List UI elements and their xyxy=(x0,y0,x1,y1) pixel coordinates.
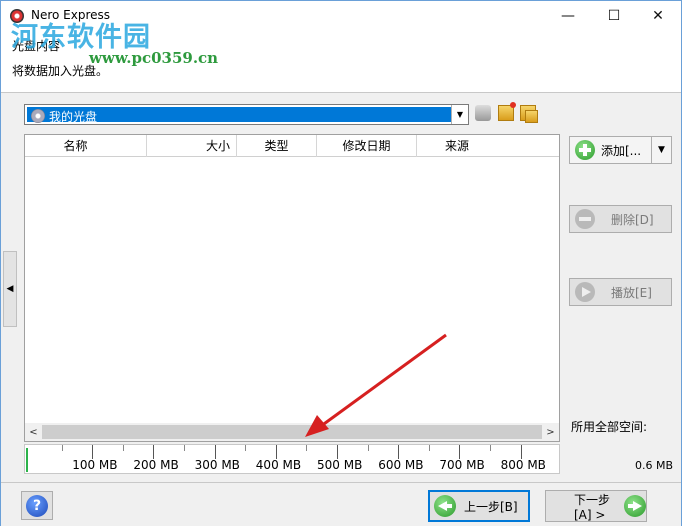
column-source[interactable]: 来源 xyxy=(417,135,497,157)
minus-circle-icon xyxy=(575,209,595,229)
capacity-tick xyxy=(520,445,522,459)
disc-icon xyxy=(31,109,45,123)
add-button[interactable]: 添加[... ▼ xyxy=(569,136,672,164)
capacity-tick-label: 300 MB xyxy=(194,458,240,472)
capacity-minor-tick xyxy=(490,445,491,451)
capacity-tick-label: 800 MB xyxy=(500,458,546,472)
delete-button-label: 删除[D] xyxy=(611,212,654,227)
horizontal-scrollbar[interactable]: < > xyxy=(25,423,559,441)
back-button-label: 上一步[B] xyxy=(464,499,518,514)
arrow-left-circle-icon xyxy=(434,495,456,517)
capacity-tick xyxy=(92,445,94,459)
capacity-minor-tick xyxy=(61,445,63,451)
add-button-label: 添加[... xyxy=(601,143,642,158)
plus-circle-icon xyxy=(575,140,595,160)
disc-properties-icon[interactable] xyxy=(475,105,491,121)
next-button[interactable]: 下一步[A] > xyxy=(545,490,647,522)
nero-express-window: Nero Express — ☐ ✕ 光盘内容 将数据加入光盘。 河东软件园 w… xyxy=(0,0,682,526)
scroll-left-icon[interactable]: < xyxy=(25,423,42,441)
capacity-tick-label: 600 MB xyxy=(378,458,424,472)
arrow-right-circle-icon xyxy=(624,495,646,517)
dropdown-arrow-icon[interactable]: ▼ xyxy=(451,105,468,124)
capacity-used-fill xyxy=(26,448,28,472)
help-button[interactable]: ? xyxy=(21,491,53,520)
column-type[interactable]: 类型 xyxy=(237,135,317,157)
capacity-bar: 100 MB 200 MB 300 MB 400 MB 500 MB 600 MB 700 … xyxy=(24,444,560,474)
minimize-button[interactable]: — xyxy=(545,1,591,31)
capacity-minor-tick xyxy=(122,445,124,451)
capacity-tick-label: 700 MB xyxy=(439,458,485,472)
capacity-minor-tick xyxy=(367,445,369,451)
help-icon: ? xyxy=(26,494,48,517)
capacity-tick-label: 200 MB xyxy=(133,458,179,472)
file-list[interactable]: 名称 大小 类型 修改日期 来源 < > xyxy=(24,134,560,442)
capacity-tick-label: 500 MB xyxy=(317,458,363,472)
capacity-tick xyxy=(153,445,155,459)
capacity-tick xyxy=(275,445,277,459)
play-button[interactable]: 播放[E] xyxy=(569,278,672,306)
collapse-panel-button[interactable]: ◀ xyxy=(3,251,17,327)
play-circle-icon xyxy=(575,282,595,302)
chevron-left-icon: ◀ xyxy=(6,284,14,294)
watermark-url: www.pc0359.cn xyxy=(89,49,219,67)
capacity-tick-label: 400 MB xyxy=(255,458,302,472)
new-folder-icon[interactable] xyxy=(498,102,516,121)
capacity-minor-tick xyxy=(245,445,247,451)
disc-selector-value: 我的光盘 xyxy=(49,110,98,124)
play-button-label: 播放[E] xyxy=(611,285,652,300)
close-button[interactable]: ✕ xyxy=(635,1,681,31)
capacity-minor-tick xyxy=(306,445,308,451)
capacity-tick xyxy=(398,445,400,459)
scrollbar-thumb[interactable] xyxy=(42,425,542,439)
column-modified[interactable]: 修改日期 xyxy=(317,135,417,157)
capacity-tick xyxy=(459,445,461,459)
back-button[interactable]: 上一步[B] xyxy=(428,490,530,522)
capacity-minor-tick xyxy=(184,445,185,451)
scroll-right-icon[interactable]: > xyxy=(542,423,559,441)
total-space-label: 所用全部空间: xyxy=(571,420,648,434)
footer-bar: ? 上一步[B] 下一步[A] > xyxy=(1,482,681,526)
file-list-header: 名称 大小 类型 修改日期 来源 xyxy=(25,135,559,157)
column-name[interactable]: 名称 xyxy=(25,135,147,157)
delete-button[interactable]: 删除[D] xyxy=(569,205,672,233)
add-dropdown-arrow-icon[interactable]: ▼ xyxy=(651,137,671,163)
next-button-label: 下一步[A] > xyxy=(574,492,611,522)
copy-folder-icon[interactable] xyxy=(520,105,538,123)
total-space-value: 0.6 MB xyxy=(635,459,674,472)
capacity-tick xyxy=(337,445,338,459)
capacity-tick-label: 100 MB xyxy=(72,458,118,472)
capacity-tick xyxy=(214,445,216,459)
disc-selector[interactable]: 我的光盘 ▼ xyxy=(24,104,469,125)
capacity-minor-tick xyxy=(428,445,430,451)
disc-selector-highlight: 我的光盘 xyxy=(27,107,452,124)
maximize-button[interactable]: ☐ xyxy=(591,1,637,31)
column-size[interactable]: 大小 xyxy=(147,135,237,157)
